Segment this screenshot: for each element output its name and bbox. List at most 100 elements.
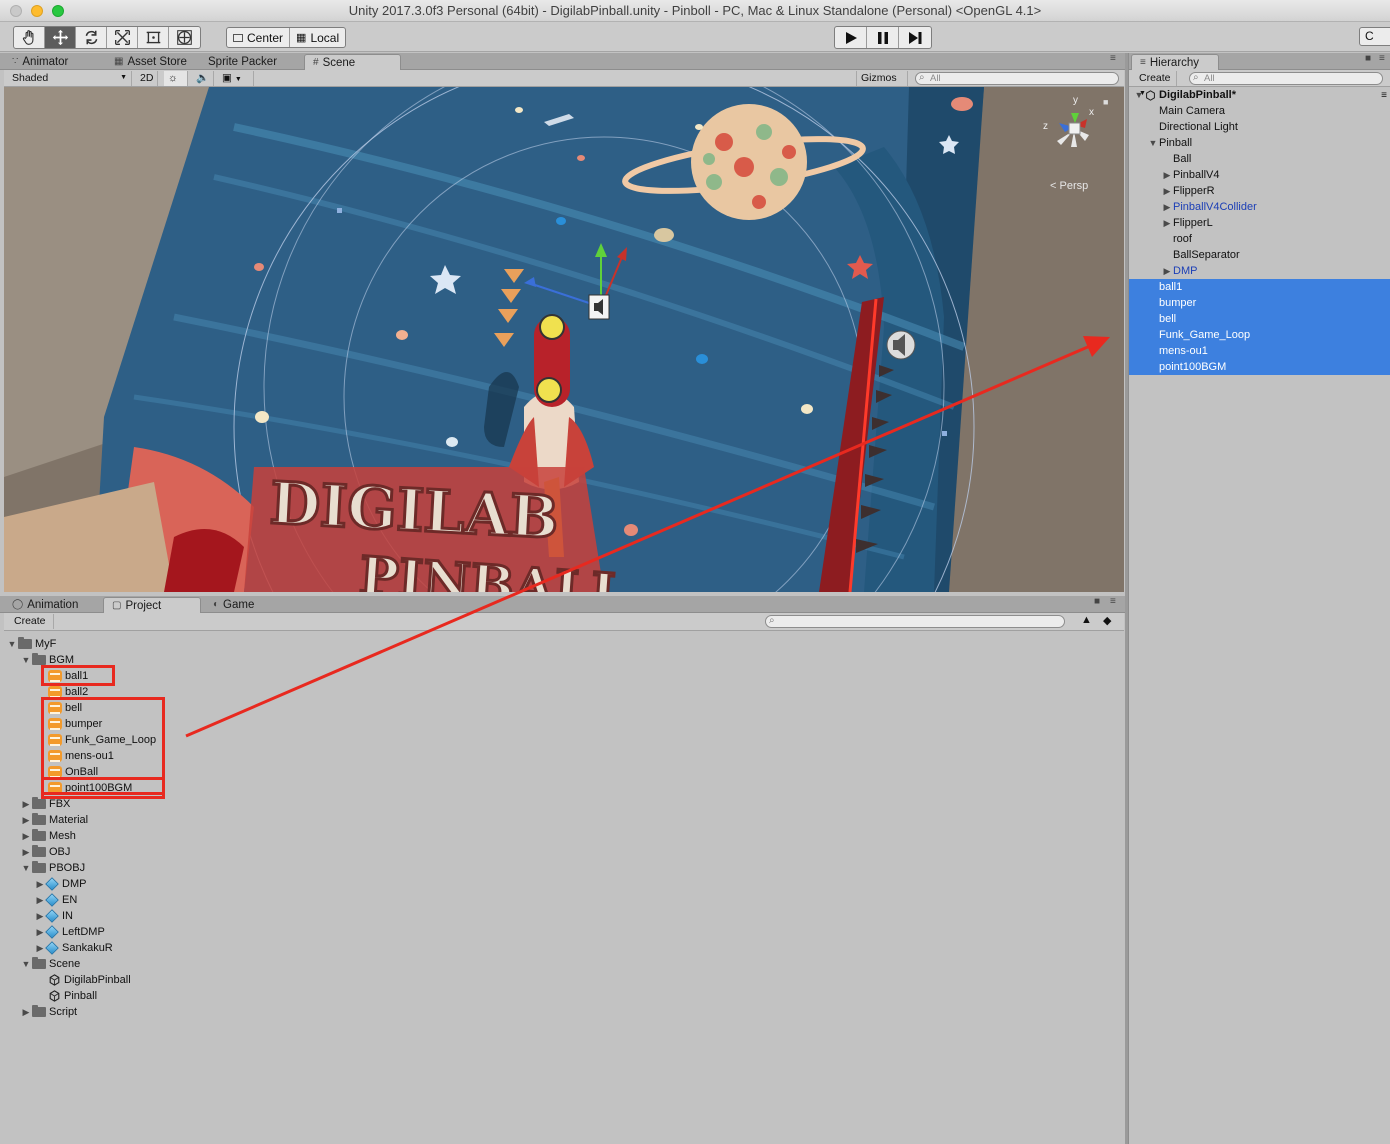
chevron-right-icon[interactable]: ▶ bbox=[34, 895, 46, 906]
tab-scene[interactable]: # Scene bbox=[304, 54, 401, 70]
chevron-right-icon[interactable]: ▶ bbox=[34, 927, 46, 938]
audio-toggle[interactable]: 🔈 bbox=[192, 71, 214, 86]
hierarchy-create-dropdown[interactable]: Create ▼ bbox=[1133, 71, 1177, 97]
list-item[interactable]: Pinball bbox=[48, 988, 97, 1004]
list-item[interactable]: ▶ EN bbox=[34, 892, 77, 908]
hand-tool-button[interactable] bbox=[14, 27, 45, 48]
pause-button[interactable] bbox=[867, 27, 899, 48]
chevron-right-icon[interactable]: ▶ bbox=[20, 847, 32, 858]
chevron-right-icon[interactable]: ▶ bbox=[1161, 202, 1173, 213]
step-button[interactable] bbox=[899, 27, 931, 48]
shading-mode-dropdown[interactable]: Shaded ▼ bbox=[8, 71, 132, 86]
list-item[interactable]: DigilabPinball bbox=[48, 972, 131, 988]
filter-by-label-icon[interactable]: ◆ bbox=[1103, 614, 1111, 627]
chevron-right-icon[interactable]: ▶ bbox=[1161, 266, 1173, 277]
tab-project[interactable]: ▢ Project bbox=[103, 597, 201, 613]
chevron-right-icon[interactable]: ▶ bbox=[34, 879, 46, 890]
list-item[interactable]: ▶ PinballV4 bbox=[1129, 167, 1390, 183]
list-item[interactable]: bell bbox=[1129, 311, 1390, 327]
scale-tool-button[interactable] bbox=[107, 27, 138, 48]
lock-icon[interactable]: ■ bbox=[1103, 97, 1108, 107]
scene-search-input[interactable]: All bbox=[915, 72, 1119, 85]
tab-animator[interactable]: ∵ Animator bbox=[4, 54, 78, 70]
projection-toggle[interactable]: < Persp bbox=[1050, 180, 1088, 192]
chevron-down-icon[interactable]: ▼ bbox=[6, 639, 18, 649]
pivot-local-toggle[interactable]: ▦ Local bbox=[290, 28, 345, 47]
list-item[interactable]: roof bbox=[1129, 231, 1390, 247]
list-item[interactable]: ball1 bbox=[1129, 279, 1390, 295]
list-item[interactable]: ▶ Material bbox=[20, 812, 88, 828]
project-search-input[interactable] bbox=[765, 615, 1065, 628]
tab-hierarchy[interactable]: ≡ Hierarchy bbox=[1131, 54, 1219, 70]
chevron-down-icon[interactable]: ▼ bbox=[20, 863, 32, 873]
lock-icon[interactable]: ■ bbox=[1094, 596, 1100, 607]
play-button[interactable] bbox=[835, 27, 867, 48]
lock-icon[interactable]: ■ bbox=[1365, 53, 1371, 64]
tab-game[interactable]: ◐ Game bbox=[205, 597, 264, 613]
chevron-right-icon[interactable]: ▶ bbox=[34, 911, 46, 922]
pivot-center-toggle[interactable]: Center bbox=[227, 28, 291, 47]
folder-icon bbox=[32, 957, 46, 969]
list-item[interactable]: ▶ DMP bbox=[34, 876, 86, 892]
chevron-right-icon[interactable]: ▶ bbox=[20, 815, 32, 826]
gizmos-dropdown[interactable]: Gizmos ▼ bbox=[856, 71, 908, 97]
tab-asset-store[interactable]: ▦ Asset Store bbox=[106, 54, 197, 70]
chevron-right-icon[interactable]: ▶ bbox=[34, 943, 46, 954]
tab-animation[interactable]: ◯ Animation bbox=[4, 597, 88, 613]
list-item[interactable]: ▶ FlipperR bbox=[1129, 183, 1390, 199]
chevron-down-icon[interactable]: ▼ bbox=[20, 959, 32, 969]
list-item[interactable]: Ball bbox=[1129, 151, 1390, 167]
collab-button[interactable]: C bbox=[1359, 27, 1390, 46]
mode-2d-toggle[interactable]: 2D bbox=[136, 71, 158, 86]
list-item[interactable]: point100BGM bbox=[1129, 359, 1390, 375]
chevron-right-icon[interactable]: ▶ bbox=[1161, 218, 1173, 229]
move-tool-button[interactable] bbox=[45, 27, 76, 48]
chevron-right-icon[interactable]: ▶ bbox=[1161, 186, 1173, 197]
list-item[interactable]: ▼ MyF bbox=[6, 636, 56, 652]
chevron-down-icon[interactable]: ▼ bbox=[1147, 138, 1159, 148]
list-item[interactable]: ▶ LeftDMP bbox=[34, 924, 105, 940]
panel-menu-icon[interactable]: ≡ bbox=[1110, 53, 1116, 64]
rect-tool-button[interactable] bbox=[138, 27, 169, 48]
list-item[interactable]: ▼ PBOBJ bbox=[20, 860, 85, 876]
list-item[interactable]: ▶ PinballV4Collider bbox=[1129, 199, 1390, 215]
chevron-right-icon[interactable]: ▶ bbox=[20, 831, 32, 842]
orientation-gizmo[interactable]: y x z ■ bbox=[1039, 95, 1109, 175]
panel-menu-icon[interactable]: ≡ bbox=[1110, 596, 1116, 607]
list-item[interactable]: ▼ Pinball bbox=[1129, 135, 1390, 151]
list-item[interactable]: ▶ OBJ bbox=[20, 844, 70, 860]
hierarchy-search-input[interactable]: All bbox=[1189, 72, 1383, 85]
list-item[interactable]: Main Camera bbox=[1129, 103, 1390, 119]
list-item[interactable]: ▶ Script bbox=[20, 1004, 77, 1020]
speaker-icon: 🔈 bbox=[196, 72, 210, 84]
tab-sprite-packer[interactable]: Sprite Packer bbox=[200, 54, 287, 70]
chevron-down-icon[interactable]: ▼ bbox=[1133, 90, 1145, 100]
list-item[interactable]: BallSeparator bbox=[1129, 247, 1390, 263]
list-item[interactable]: ▶ IN bbox=[34, 908, 73, 924]
rotate-tool-button[interactable] bbox=[76, 27, 107, 48]
transform-all-tool-button[interactable] bbox=[169, 27, 200, 48]
list-item[interactable]: bumper bbox=[1129, 295, 1390, 311]
hierarchy-scene-row[interactable]: ▼ DigilabPinball* ≡ bbox=[1129, 87, 1390, 103]
scene-viewport[interactable]: DIGILAB PINBALL y x z ■ < Persp bbox=[4, 87, 1124, 592]
project-create-dropdown[interactable]: Create ▼ bbox=[8, 614, 54, 640]
chevron-right-icon[interactable]: ▶ bbox=[20, 1007, 32, 1018]
filter-by-type-icon[interactable]: ▲ bbox=[1081, 614, 1092, 626]
list-item[interactable]: Directional Light bbox=[1129, 119, 1390, 135]
list-item[interactable]: mens-ou1 bbox=[1129, 343, 1390, 359]
panel-menu-icon[interactable]: ≡ bbox=[1379, 53, 1385, 64]
folder-icon: ▢ bbox=[112, 599, 122, 611]
chevron-down-icon[interactable]: ▼ bbox=[20, 655, 32, 665]
chevron-right-icon[interactable]: ▶ bbox=[20, 799, 32, 810]
list-item[interactable]: Funk_Game_Loop bbox=[1129, 327, 1390, 343]
lighting-toggle[interactable]: ☼ bbox=[164, 71, 188, 86]
list-item[interactable]: ▶ DMP bbox=[1129, 263, 1390, 279]
list-item[interactable]: ▶ FlipperL bbox=[1129, 215, 1390, 231]
list-item[interactable]: ▶ Mesh bbox=[20, 828, 76, 844]
chevron-right-icon[interactable]: ▶ bbox=[1161, 170, 1173, 181]
scene-menu-icon[interactable]: ≡ bbox=[1381, 90, 1387, 101]
axis-z-label: z bbox=[1043, 121, 1048, 132]
list-item[interactable]: ▼ Scene bbox=[20, 956, 80, 972]
effects-dropdown[interactable]: ▣ ▼ bbox=[218, 71, 254, 86]
list-item[interactable]: ▶ SankakuR bbox=[34, 940, 113, 956]
